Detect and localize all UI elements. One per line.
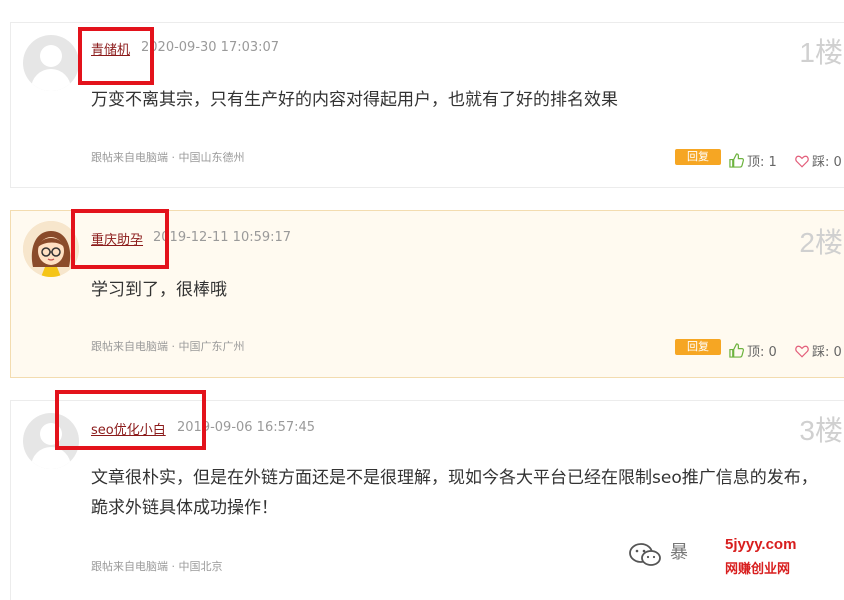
downvote-button[interactable]: 踩: 0 [795, 151, 842, 170]
reply-button[interactable]: 回复 [675, 339, 721, 355]
downvote-button[interactable]: 踩: 0 [795, 341, 842, 360]
upvote-count: 顶: 1 [747, 155, 777, 170]
comment-item-2: 重庆助孕 2019-12-11 10:59:17 2楼 学习到了，很棒哦 跟帖来… [10, 210, 844, 378]
wechat-icon [628, 542, 662, 574]
floor-number: 1楼 [799, 37, 843, 68]
cartoon-girl-avatar-icon [23, 221, 79, 277]
comment-timestamp: 2020-09-30 17:03:07 [141, 40, 280, 55]
avatar-cartoon-girl[interactable] [23, 221, 79, 277]
thumbs-up-icon [729, 153, 744, 168]
downvote-count: 踩: 0 [812, 345, 842, 360]
comment-item-1: 青储机 2020-09-30 17:03:07 1楼 万变不离其宗，只有生产好的… [10, 22, 844, 188]
comment-source: 跟帖来自电脑端 · 中国广东广州 [91, 340, 245, 353]
floor-number: 3楼 [799, 415, 843, 446]
watermark: 暴 5jyyy.com 网赚创业网 [612, 536, 844, 586]
comment-source: 跟帖来自电脑端 · 中国山东德州 [91, 151, 245, 164]
comment-timestamp: 2019-12-11 10:59:17 [153, 230, 292, 245]
heart-icon [795, 155, 809, 168]
comment-username[interactable]: 青储机 [91, 39, 130, 58]
comment-username[interactable]: seo优化小白 [91, 419, 166, 438]
comment-source: 跟帖来自电脑端 · 中国北京 [91, 560, 223, 573]
comment-timestamp: 2019-09-06 16:57:45 [177, 420, 316, 435]
watermark-site: 5jyyy.com [725, 536, 797, 553]
comment-text: 文章很朴实，但是在外链方面还是不是很理解，现如今各大平台已经在限制seo推广信息… [91, 468, 818, 518]
comment-username[interactable]: 重庆助孕 [91, 229, 143, 248]
avatar-default[interactable] [23, 413, 79, 469]
upvote-button[interactable]: 顶: 1 [729, 151, 777, 170]
watermark-partial-text: 暴 [670, 542, 688, 563]
comment-text: 学习到了，很棒哦 [91, 280, 227, 300]
comment-text: 万变不离其宗，只有生产好的内容对得起用户，也就有了好的排名效果 [91, 90, 618, 110]
reply-button[interactable]: 回复 [675, 149, 721, 165]
thumbs-up-icon [729, 343, 744, 358]
heart-icon [795, 345, 809, 358]
upvote-count: 顶: 0 [747, 345, 777, 360]
downvote-count: 踩: 0 [812, 155, 842, 170]
floor-number: 2楼 [799, 227, 843, 258]
avatar-default[interactable] [23, 35, 79, 91]
upvote-button[interactable]: 顶: 0 [729, 341, 777, 360]
watermark-name: 网赚创业网 [725, 562, 791, 577]
